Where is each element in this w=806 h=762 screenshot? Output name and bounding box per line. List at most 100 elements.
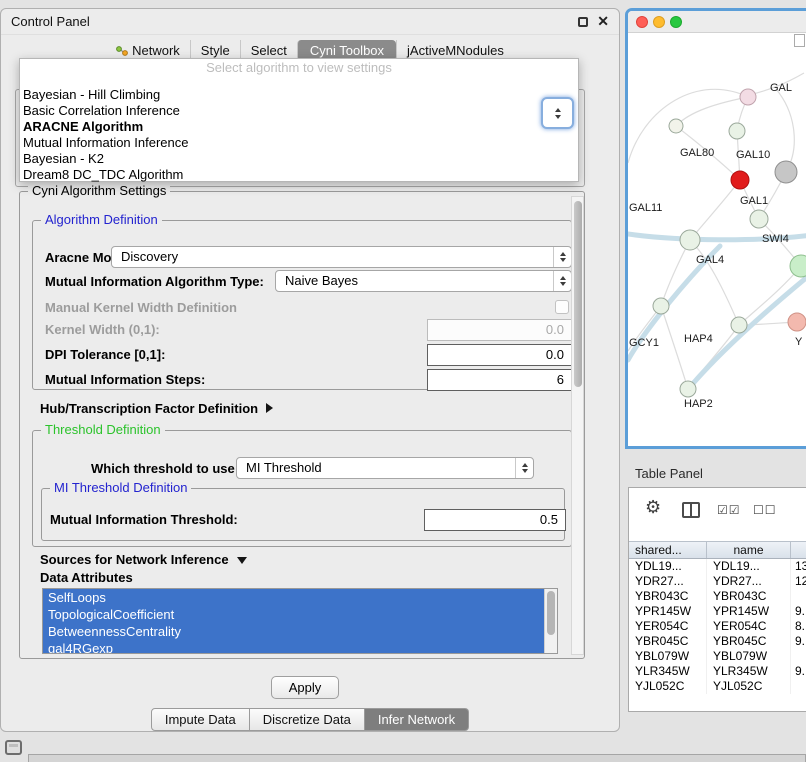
- cell-name: YLR345W: [707, 664, 791, 679]
- tab-impute-data[interactable]: Impute Data: [151, 708, 250, 731]
- network-node[interactable]: [788, 313, 806, 331]
- select-all-checkboxes-icon[interactable]: ☑☑: [717, 503, 741, 517]
- mi-algorithm-type-value: Naive Bayes: [285, 273, 358, 288]
- cell-name: YJL052C: [707, 679, 791, 694]
- column-header-shared-name[interactable]: shared...: [629, 542, 707, 558]
- node-label[interactable]: GAL1: [740, 195, 768, 207]
- node-label[interactable]: GAL11: [629, 202, 662, 214]
- table-row[interactable]: YDL19...YDL19...13: [629, 559, 806, 574]
- table-row[interactable]: YLR345WYLR345W9.: [629, 664, 806, 679]
- algorithm-option[interactable]: Bayesian - K2: [20, 151, 578, 167]
- cell-shared-name: YBR043C: [629, 589, 707, 604]
- attributes-scrollbar-thumb[interactable]: [547, 591, 555, 635]
- network-node[interactable]: [729, 123, 745, 139]
- network-node[interactable]: [731, 171, 749, 189]
- cell-shared-name: YER054C: [629, 619, 707, 634]
- zoom-traffic-light-icon[interactable]: [670, 16, 682, 28]
- algorithm-combobox-stepper[interactable]: [541, 97, 574, 129]
- network-node[interactable]: [731, 317, 747, 333]
- cell-extra: [791, 679, 806, 694]
- node-label[interactable]: GAL10: [736, 149, 770, 161]
- attribute-item-selected[interactable]: SelfLoops: [43, 589, 546, 606]
- table-row[interactable]: YDR27...YDR27...12: [629, 574, 806, 589]
- algorithm-dropdown-popup: Select algorithm to view settings Bayesi…: [19, 58, 579, 182]
- table-row[interactable]: YJL052CYJL052C: [629, 679, 806, 694]
- mi-threshold-input[interactable]: 0.5: [424, 509, 566, 531]
- node-label[interactable]: GAL4: [696, 254, 724, 266]
- combo-arrows-icon: [515, 458, 533, 478]
- apply-button[interactable]: Apply: [271, 676, 339, 699]
- cell-shared-name: YBR045C: [629, 634, 707, 649]
- algorithm-option-selected[interactable]: ARACNE Algorithm: [20, 119, 578, 135]
- network-node[interactable]: [680, 381, 696, 397]
- table-row[interactable]: YPR145WYPR145W9.: [629, 604, 806, 619]
- algorithm-option[interactable]: Mutual Information Inference: [20, 135, 578, 151]
- network-node[interactable]: [750, 210, 768, 228]
- data-attributes-list: SelfLoops TopologicalCoefficient Between…: [42, 588, 558, 654]
- stepper-down-icon: [555, 115, 561, 119]
- sources-section-toggle[interactable]: Sources for Network Inference: [40, 552, 247, 567]
- network-node[interactable]: [680, 230, 700, 250]
- deselect-all-checkboxes-icon[interactable]: ☐☐: [753, 503, 777, 517]
- node-label[interactable]: GAL80: [680, 147, 714, 159]
- kernel-width-input[interactable]: 0.0: [427, 319, 572, 341]
- attribute-item-selected[interactable]: gal4RGexp: [43, 640, 546, 654]
- cell-extra: 9.: [791, 634, 806, 649]
- network-node[interactable]: [775, 161, 797, 183]
- mi-threshold-label: Mutual Information Threshold:: [50, 512, 238, 527]
- dpi-tolerance-input[interactable]: 0.0: [427, 344, 572, 366]
- mi-steps-input[interactable]: 6: [427, 369, 572, 391]
- algorithm-definition-title: Algorithm Definition: [41, 212, 162, 227]
- attribute-item-selected[interactable]: BetweennessCentrality: [43, 623, 546, 640]
- which-threshold-label: Which threshold to use:: [91, 461, 239, 476]
- minimize-traffic-light-icon[interactable]: [653, 16, 665, 28]
- table-row[interactable]: YER054CYER054C8.: [629, 619, 806, 634]
- table-panel-title: Table Panel: [635, 466, 703, 481]
- settings-scrollbar[interactable]: [571, 196, 584, 655]
- bottom-window-edge: [28, 754, 806, 762]
- network-node[interactable]: [790, 255, 806, 277]
- minimized-panel-icon[interactable]: [5, 740, 22, 755]
- algorithm-option[interactable]: Bayesian - Hill Climbing: [20, 87, 578, 103]
- node-label[interactable]: HAP4: [684, 333, 713, 345]
- kernel-width-label: Kernel Width (0,1):: [45, 322, 160, 337]
- aracne-mode-select[interactable]: Discovery: [111, 246, 572, 268]
- manual-kernel-width-checkbox[interactable]: [555, 300, 569, 314]
- table-row[interactable]: YBR045CYBR045C9.: [629, 634, 806, 649]
- gear-icon[interactable]: ⚙: [645, 497, 661, 518]
- network-node[interactable]: [669, 119, 683, 133]
- node-label[interactable]: SWI4: [762, 233, 789, 245]
- network-node[interactable]: [653, 298, 669, 314]
- float-window-icon[interactable]: [578, 17, 588, 27]
- threshold-definition-title: Threshold Definition: [41, 422, 165, 437]
- node-label[interactable]: HAP2: [684, 398, 713, 410]
- settings-scrollbar-thumb[interactable]: [574, 201, 582, 387]
- mi-algorithm-type-select[interactable]: Naive Bayes: [275, 270, 572, 292]
- tab-infer-network[interactable]: Infer Network: [365, 708, 469, 731]
- attribute-item-selected[interactable]: TopologicalCoefficient: [43, 606, 546, 623]
- attributes-scrollbar[interactable]: [544, 589, 557, 653]
- hub-section-toggle[interactable]: Hub/Transcription Factor Definition: [40, 401, 273, 416]
- network-node[interactable]: [740, 89, 756, 105]
- tab-discretize-data[interactable]: Discretize Data: [250, 708, 365, 731]
- column-header-name[interactable]: name: [707, 542, 791, 558]
- column-selector-icon[interactable]: [682, 502, 700, 518]
- which-threshold-select[interactable]: MI Threshold: [236, 457, 534, 479]
- column-header-partial[interactable]: [791, 542, 806, 558]
- node-label[interactable]: GAL: [770, 82, 792, 94]
- table-row[interactable]: YBR043CYBR043C: [629, 589, 806, 604]
- algorithm-option[interactable]: Basic Correlation Inference: [20, 103, 578, 119]
- cell-name: YDL19...: [707, 559, 791, 574]
- algorithm-popup-placeholder: Select algorithm to view settings: [20, 59, 578, 77]
- close-window-icon[interactable]: ✕: [597, 13, 609, 30]
- table-row[interactable]: YBL079WYBL079W: [629, 649, 806, 664]
- network-canvas[interactable]: GAL GAL80 GAL10 GAL11 GAL1 SWI4 GAL4 GCY…: [628, 33, 806, 446]
- node-label[interactable]: Y: [795, 336, 802, 348]
- network-window-titlebar[interactable]: [628, 11, 806, 33]
- network-scrollbar-stub[interactable]: [794, 34, 805, 47]
- aracne-mode-value: Discovery: [121, 249, 178, 264]
- stepper-up-icon: [555, 108, 561, 112]
- close-traffic-light-icon[interactable]: [636, 16, 648, 28]
- node-label[interactable]: GCY1: [629, 337, 659, 349]
- algorithm-option[interactable]: Dream8 DC_TDC Algorithm: [20, 167, 578, 183]
